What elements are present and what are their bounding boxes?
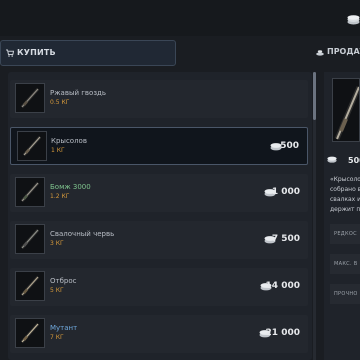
description-line: держит п bbox=[330, 206, 360, 213]
description-line: собрано в bbox=[330, 186, 360, 193]
item-thumbnail bbox=[15, 177, 45, 207]
item-thumbnail bbox=[17, 131, 47, 161]
coin-stack-icon bbox=[327, 156, 337, 163]
stat-label: ПРОЧНО bbox=[334, 291, 358, 297]
cart-icon bbox=[6, 49, 14, 57]
scrollbar-thumb[interactable] bbox=[313, 72, 316, 120]
tab-buy-label: КУПИТЬ bbox=[17, 48, 56, 57]
stat-label: РЕДКОС bbox=[334, 231, 357, 237]
stat-rarity: РЕДКОС bbox=[330, 224, 360, 244]
fishing-rod-icon bbox=[20, 88, 40, 108]
item-weight: 5 КГ bbox=[50, 287, 64, 294]
item-price: 14 000 bbox=[265, 281, 300, 291]
description-line: свалках и bbox=[330, 196, 360, 203]
list-item[interactable]: Ржавый гвоздь 0.5 КГ bbox=[10, 80, 308, 118]
stat-max-weight: МАКС. В bbox=[330, 254, 360, 274]
detail-price: 500 bbox=[348, 156, 360, 165]
item-weight: 1.2 КГ bbox=[50, 193, 70, 200]
trade-tabs: КУПИТЬ ПРОДАТЬ bbox=[0, 40, 360, 68]
item-description: «Крысолов собрано в свалках и держит п bbox=[330, 175, 360, 215]
list-item[interactable]: Свалочный червь 3 КГ 7 500 bbox=[10, 221, 308, 259]
item-detail-image bbox=[332, 78, 360, 142]
fishing-rod-icon bbox=[20, 323, 40, 343]
top-bar bbox=[0, 0, 360, 36]
item-name: Свалочный червь bbox=[50, 230, 115, 238]
description-line: «Крысолов bbox=[330, 176, 360, 183]
fishing-rod-icon bbox=[334, 86, 359, 140]
tab-sell-label: ПРОДАТЬ bbox=[327, 47, 360, 56]
item-detail-panel: 500 «Крысолов собрано в свалках и держит… bbox=[324, 72, 360, 360]
item-price: 500 bbox=[280, 141, 299, 151]
item-thumbnail bbox=[15, 271, 45, 301]
tab-buy[interactable]: КУПИТЬ bbox=[0, 40, 176, 66]
item-price: 21 000 bbox=[265, 328, 300, 338]
item-list: Ржавый гвоздь 0.5 КГ Крысолов 1 КГ 500 Б… bbox=[8, 72, 312, 360]
item-price: 1 000 bbox=[271, 187, 300, 197]
item-weight: 0.5 КГ bbox=[50, 99, 70, 106]
item-name: Мутант bbox=[50, 324, 78, 332]
item-name: Ржавый гвоздь bbox=[50, 89, 107, 97]
fishing-rod-icon bbox=[20, 229, 40, 249]
stat-label: МАКС. В bbox=[334, 261, 358, 267]
item-weight: 3 КГ bbox=[50, 240, 64, 247]
fishing-rod-icon bbox=[22, 136, 42, 156]
list-item-selected[interactable]: Крысолов 1 КГ 500 bbox=[10, 127, 308, 165]
item-weight: 1 КГ bbox=[51, 147, 65, 154]
list-item[interactable]: Мутант 7 КГ 21 000 bbox=[10, 315, 308, 353]
item-name: Крысолов bbox=[51, 137, 87, 145]
item-price: 7 500 bbox=[271, 234, 300, 244]
item-weight: 7 КГ bbox=[50, 334, 64, 341]
list-item[interactable]: Бомж 3000 1.2 КГ 1 000 bbox=[10, 174, 308, 212]
sell-icon bbox=[316, 50, 324, 56]
coin-stack-icon bbox=[347, 15, 360, 25]
item-thumbnail bbox=[15, 83, 45, 113]
item-name: Отброс bbox=[50, 277, 77, 285]
item-thumbnail bbox=[15, 224, 45, 254]
tab-sell[interactable]: ПРОДАТЬ bbox=[312, 40, 360, 66]
fishing-rod-icon bbox=[20, 276, 40, 296]
item-thumbnail bbox=[15, 318, 45, 348]
fishing-rod-icon bbox=[20, 182, 40, 202]
stat-durability: ПРОЧНО bbox=[330, 284, 360, 304]
item-name: Бомж 3000 bbox=[50, 183, 91, 191]
list-item[interactable]: Отброс 5 КГ 14 000 bbox=[10, 268, 308, 306]
list-scrollbar[interactable] bbox=[313, 72, 316, 360]
